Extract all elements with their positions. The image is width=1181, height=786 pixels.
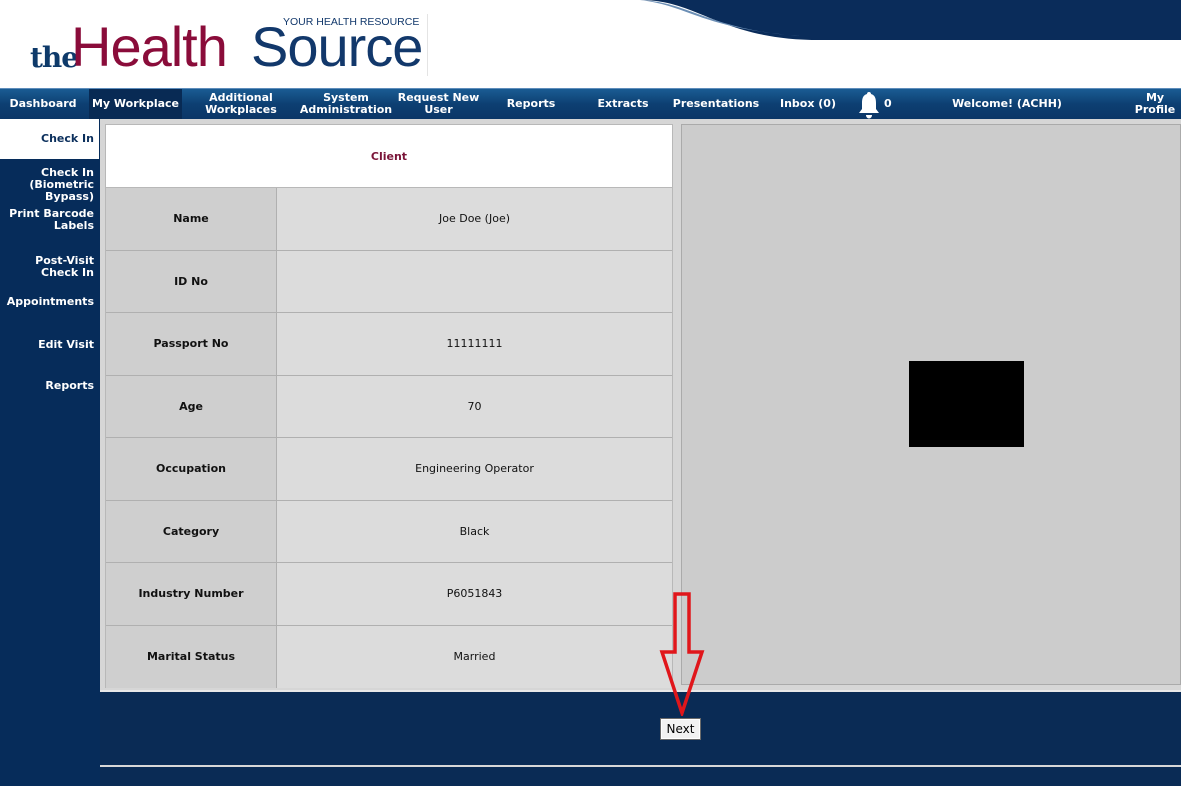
sidebar-item-post-visit-check-in[interactable]: Post-Visit Check In bbox=[0, 255, 99, 279]
row-label: Category bbox=[106, 500, 277, 562]
row-label: Occupation bbox=[106, 438, 277, 500]
row-value: P6051843 bbox=[277, 563, 672, 625]
health-source-logo[interactable]: the Health Source YOUR HEALTH RESOURCE bbox=[30, 10, 425, 78]
client-photo bbox=[909, 361, 1024, 447]
main-content: Client Name Joe Doe (Joe) ID No Passport… bbox=[100, 119, 1181, 690]
nav-welcome-user: Welcome! (ACHH) bbox=[952, 97, 1062, 110]
table-row: ID No bbox=[106, 250, 672, 313]
client-heading: Client bbox=[106, 125, 672, 188]
sidebar-item-print-barcode-labels[interactable]: Print Barcode Labels bbox=[0, 208, 99, 232]
row-label: Name bbox=[106, 188, 277, 250]
sidebar-item-edit-visit[interactable]: Edit Visit bbox=[0, 339, 99, 351]
next-button[interactable]: Next bbox=[660, 718, 701, 740]
row-label: Industry Number bbox=[106, 563, 277, 625]
nav-additional-workplaces[interactable]: Additional Workplaces bbox=[194, 89, 288, 119]
table-row: Name Joe Doe (Joe) bbox=[106, 188, 672, 251]
action-footer: Next bbox=[100, 690, 1181, 765]
footer-bar bbox=[100, 765, 1181, 786]
sidebar-item-reports[interactable]: Reports bbox=[0, 380, 99, 392]
row-value: Engineering Operator bbox=[277, 438, 672, 500]
nav-extracts[interactable]: Extracts bbox=[590, 89, 656, 119]
nav-my-workplace[interactable]: My Workplace bbox=[89, 89, 182, 119]
row-value: Married bbox=[277, 625, 672, 688]
client-photo-panel bbox=[681, 124, 1181, 685]
nav-reports[interactable]: Reports bbox=[497, 89, 565, 119]
row-value bbox=[277, 250, 672, 312]
nav-request-new-user[interactable]: Request New User bbox=[397, 89, 480, 119]
sidebar: Check In Check In (Biometric Bypass) Pri… bbox=[0, 119, 100, 786]
nav-inbox[interactable]: Inbox (0) bbox=[775, 89, 841, 119]
nav-system-administration[interactable]: System Administration bbox=[298, 89, 394, 119]
row-label: Age bbox=[106, 375, 277, 437]
table-row: Occupation Engineering Operator bbox=[106, 438, 672, 501]
table-row: Marital Status Married bbox=[106, 625, 672, 688]
sidebar-item-check-in[interactable]: Check In bbox=[0, 119, 99, 159]
row-value: 70 bbox=[277, 375, 672, 437]
row-value: Joe Doe (Joe) bbox=[277, 188, 672, 250]
logo-tagline: YOUR HEALTH RESOURCE bbox=[283, 16, 420, 28]
sidebar-item-check-in-biometric-bypass[interactable]: Check In (Biometric Bypass) bbox=[0, 167, 99, 203]
nav-presentations[interactable]: Presentations bbox=[672, 89, 760, 119]
table-row: Category Black bbox=[106, 500, 672, 563]
nav-my-profile[interactable]: My Profile bbox=[1120, 89, 1181, 119]
row-value: 11111111 bbox=[277, 313, 672, 375]
logo-health-text: Health bbox=[71, 15, 228, 78]
client-details-table: Client Name Joe Doe (Joe) ID No Passport… bbox=[105, 124, 673, 688]
row-label: Passport No bbox=[106, 313, 277, 375]
sidebar-item-appointments[interactable]: Appointments bbox=[0, 296, 99, 308]
row-label: ID No bbox=[106, 250, 277, 312]
app-header: the Health Source YOUR HEALTH RESOURCE bbox=[0, 0, 1181, 88]
row-label: Marital Status bbox=[106, 625, 277, 688]
table-row: Industry Number P6051843 bbox=[106, 563, 672, 626]
notification-count: 0 bbox=[884, 97, 892, 110]
bell-icon[interactable] bbox=[856, 90, 882, 120]
table-row: Age 70 bbox=[106, 375, 672, 438]
main-navigation: Dashboard My Workplace Additional Workpl… bbox=[0, 88, 1181, 119]
header-divider bbox=[427, 14, 428, 76]
table-row: Passport No 11111111 bbox=[106, 313, 672, 376]
row-value: Black bbox=[277, 500, 672, 562]
nav-dashboard[interactable]: Dashboard bbox=[0, 89, 86, 119]
